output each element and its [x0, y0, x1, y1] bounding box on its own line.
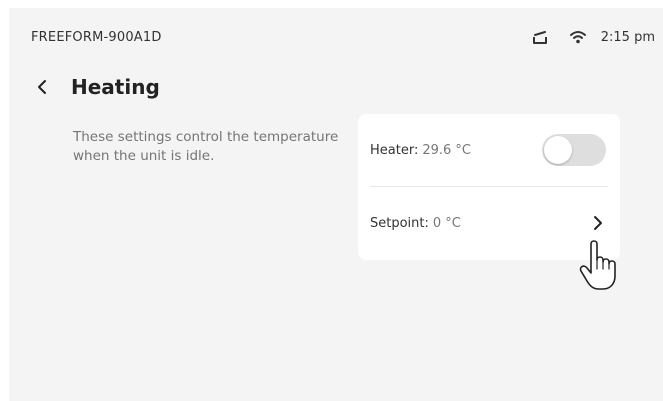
page-header: Heating: [35, 72, 160, 102]
status-bar: FREEFORM-900A1D 2:15 pm: [9, 8, 663, 66]
clock: 2:15 pm: [600, 29, 655, 45]
setpoint-label: Setpoint:: [370, 215, 429, 231]
hand-cursor-icon: [577, 236, 627, 292]
device-name: FREEFORM-900A1D: [31, 30, 162, 45]
toggle-knob: [544, 136, 572, 164]
chevron-right-icon[interactable]: [592, 214, 604, 232]
page-title: Heating: [71, 75, 160, 99]
heater-toggle[interactable]: [542, 134, 606, 166]
tray-icon: [531, 28, 549, 46]
setpoint-row[interactable]: Setpoint: 0 °C: [370, 187, 608, 259]
setpoint-value: 0 °C: [432, 215, 461, 231]
wifi-icon: [569, 28, 587, 46]
heater-value: 29.6 °C: [422, 142, 471, 158]
heater-row: Heater: 29.6 °C: [370, 114, 608, 186]
device-screen: FREEFORM-900A1D 2:15 pm Heating These se…: [9, 8, 663, 401]
status-icons: 2:15 pm: [531, 27, 655, 47]
chevron-left-icon[interactable]: [35, 78, 49, 96]
settings-description: These settings control the temperature w…: [73, 129, 339, 164]
heater-label: Heater:: [370, 142, 419, 158]
